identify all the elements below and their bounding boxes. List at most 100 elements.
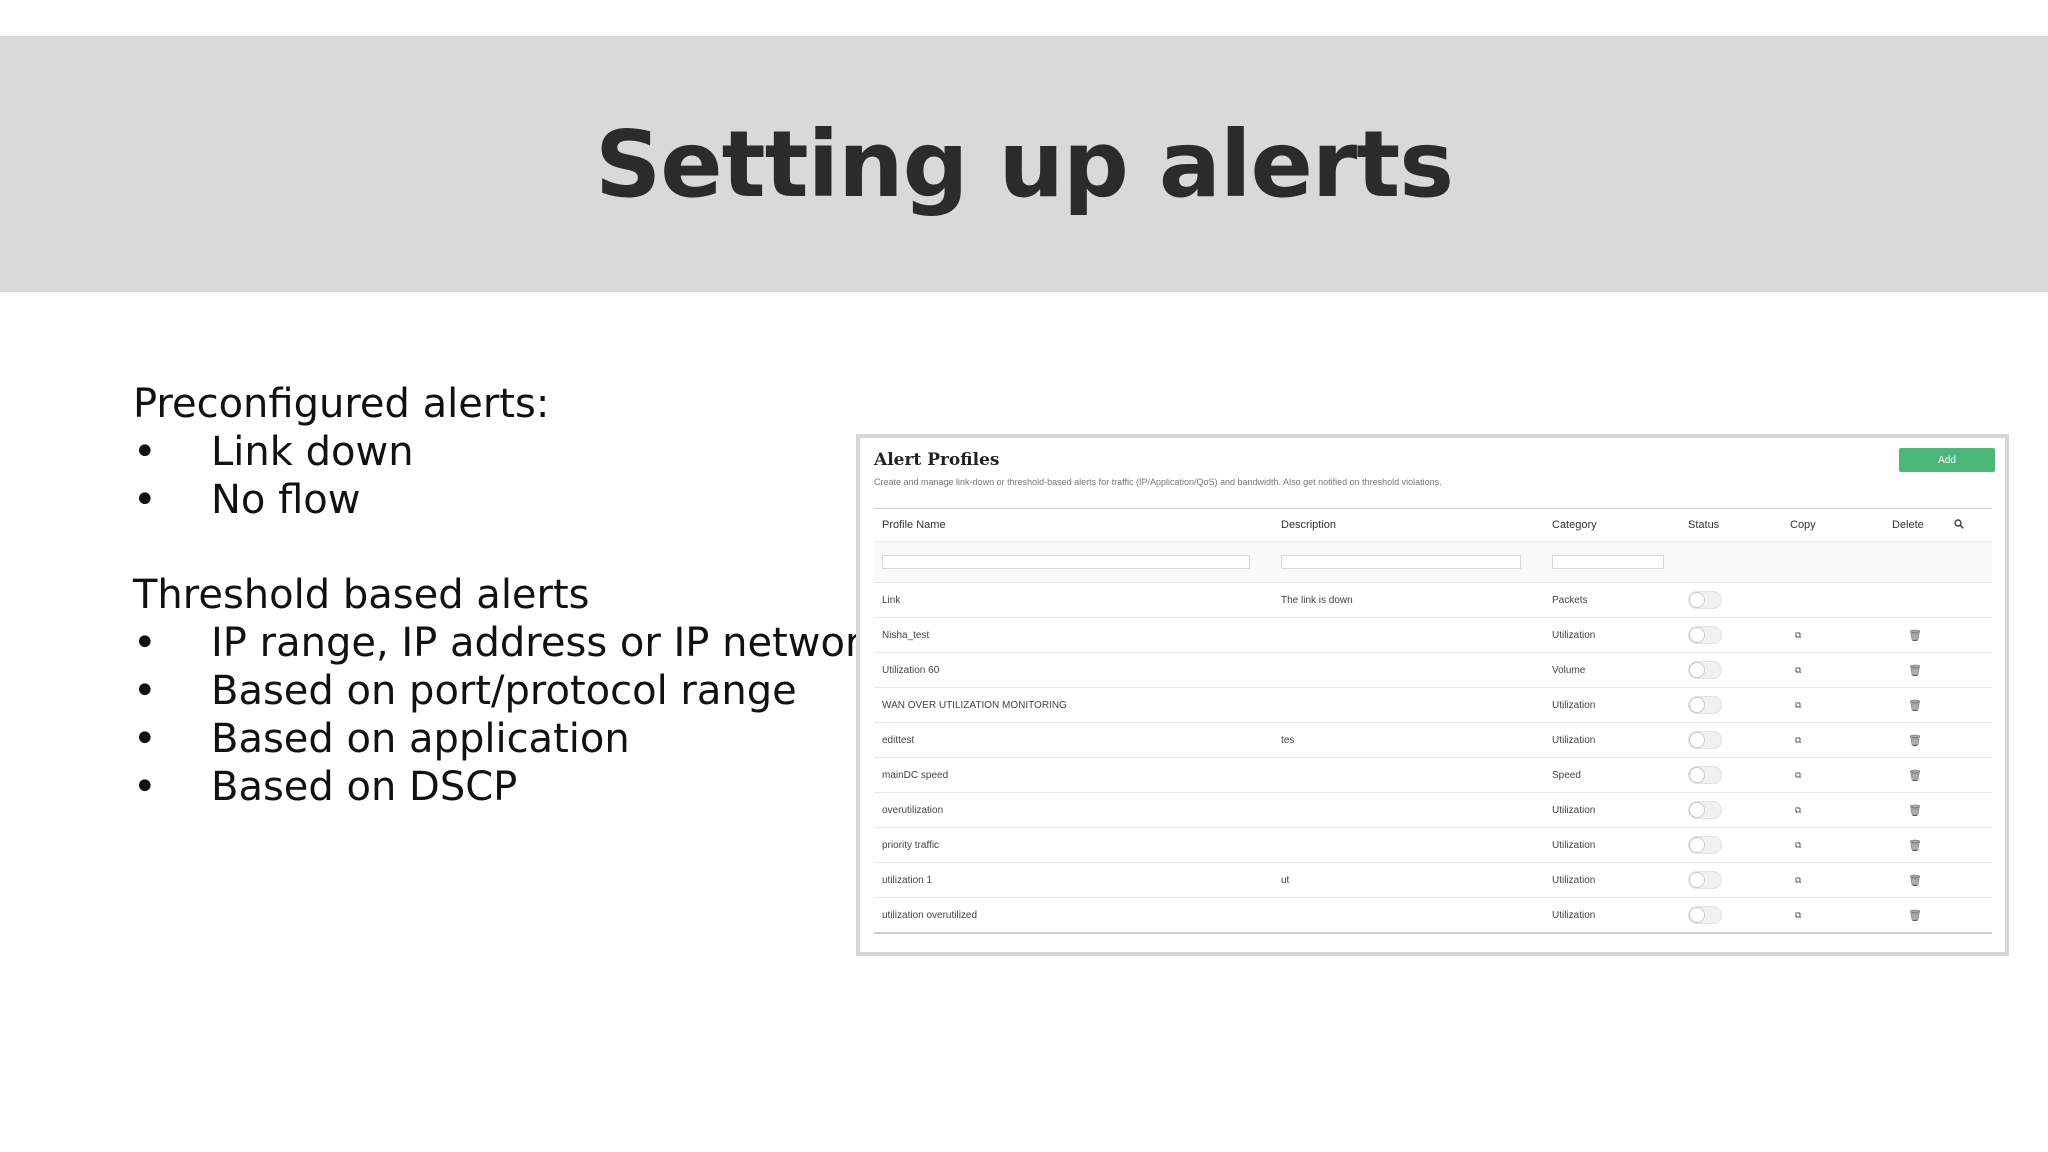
copy-cell: ⧉ xyxy=(1790,735,1892,746)
table-row[interactable]: utilization 1 ut Utilization ⧉ 🗑 xyxy=(874,862,1992,897)
copy-icon[interactable]: ⧉ xyxy=(1795,910,1801,921)
alert-profiles-panel: Alert Profiles Create and manage link-do… xyxy=(856,434,2009,956)
trash-icon[interactable]: 🗑 xyxy=(1908,804,1922,817)
table-row[interactable]: utilization overutilized Utilization ⧉ 🗑 xyxy=(874,897,1992,932)
description-cell: The link is down xyxy=(1281,594,1353,606)
search-toggle[interactable] xyxy=(1954,518,1992,532)
status-toggle[interactable] xyxy=(1688,836,1722,854)
column-header-profile-name[interactable]: Profile Name xyxy=(874,519,1281,531)
description-filter-input[interactable] xyxy=(1281,554,1521,569)
status-toggle[interactable] xyxy=(1688,801,1722,819)
copy-cell: ⧉ xyxy=(1790,665,1892,676)
trash-icon[interactable]: 🗑 xyxy=(1908,664,1922,677)
copy-icon[interactable]: ⧉ xyxy=(1795,805,1801,816)
copy-cell: ⧉ xyxy=(1790,700,1892,711)
bullet: • xyxy=(133,429,157,475)
status-cell xyxy=(1688,696,1790,714)
filter-cell xyxy=(1281,553,1552,571)
bullet: • xyxy=(133,620,157,666)
status-toggle[interactable] xyxy=(1688,626,1722,644)
table-row[interactable]: priority traffic Utilization ⧉ 🗑 xyxy=(874,827,1992,862)
copy-cell: ⧉ xyxy=(1790,840,1892,851)
status-toggle[interactable] xyxy=(1688,696,1722,714)
copy-icon[interactable]: ⧉ xyxy=(1795,875,1801,886)
trash-icon[interactable]: 🗑 xyxy=(1908,909,1922,922)
copy-icon[interactable]: ⧉ xyxy=(1795,665,1801,676)
profile-name-cell[interactable]: overutilization xyxy=(874,805,1281,816)
delete-cell: 🗑 xyxy=(1892,874,1954,887)
delete-cell: 🗑 xyxy=(1892,734,1954,747)
copy-icon[interactable]: ⧉ xyxy=(1795,840,1801,851)
delete-cell: 🗑 xyxy=(1892,804,1954,817)
profile-name-cell[interactable]: priority traffic xyxy=(874,840,1281,851)
bullet: • xyxy=(133,668,157,714)
copy-icon[interactable]: ⧉ xyxy=(1795,630,1801,641)
copy-cell: ⧉ xyxy=(1790,770,1892,781)
list-item-label: Based on DSCP xyxy=(211,764,518,810)
copy-cell: ⧉ xyxy=(1790,910,1892,921)
status-toggle[interactable] xyxy=(1688,731,1722,749)
status-cell xyxy=(1688,906,1790,924)
profile-name-cell[interactable]: WAN OVER UTILIZATION MONITORING xyxy=(874,700,1281,711)
status-toggle[interactable] xyxy=(1688,871,1722,889)
add-button[interactable]: Add xyxy=(1899,448,1995,472)
description-cell: ut xyxy=(1281,874,1290,886)
alert-types-text: Preconfigured alerts: • Link down • No flo… xyxy=(133,380,885,811)
status-toggle[interactable] xyxy=(1688,591,1722,609)
table-row[interactable]: overutilization Utilization ⧉ 🗑 xyxy=(874,792,1992,827)
title-banner: Setting up alerts xyxy=(0,36,2048,292)
category-filter-input[interactable] xyxy=(1552,554,1664,569)
profile-name-cell[interactable]: Nisha_test xyxy=(874,630,1281,641)
table-row[interactable]: edittest tes Utilization ⧉ 🗑 xyxy=(874,722,1992,757)
list-item-label: Link down xyxy=(211,429,414,475)
threshold-list: • IP range, IP address or IP network • Bas… xyxy=(133,619,885,811)
column-header-delete: Delete xyxy=(1892,519,1924,531)
column-header-status: Status xyxy=(1688,519,1720,531)
panel-title: Alert Profiles xyxy=(874,450,1000,470)
profile-name-cell[interactable]: utilization 1 xyxy=(874,875,1281,886)
category-cell: Utilization xyxy=(1552,699,1596,711)
table-row[interactable]: Link The link is down Packets xyxy=(874,582,1992,617)
category-cell: Packets xyxy=(1552,594,1588,606)
status-toggle[interactable] xyxy=(1688,766,1722,784)
copy-icon[interactable]: ⧉ xyxy=(1795,770,1801,781)
copy-icon[interactable]: ⧉ xyxy=(1795,700,1801,711)
status-cell xyxy=(1688,871,1790,889)
status-cell xyxy=(1688,766,1790,784)
status-toggle[interactable] xyxy=(1688,906,1722,924)
copy-icon[interactable]: ⧉ xyxy=(1795,735,1801,746)
trash-icon[interactable]: 🗑 xyxy=(1908,629,1922,642)
bullet: • xyxy=(133,716,157,762)
category-cell: Utilization xyxy=(1552,629,1596,641)
category-cell: Utilization xyxy=(1552,909,1596,921)
trash-icon[interactable]: 🗑 xyxy=(1908,839,1922,852)
preconfigured-heading: Preconfigured alerts: xyxy=(133,381,550,427)
description-cell: tes xyxy=(1281,734,1295,746)
trash-icon[interactable]: 🗑 xyxy=(1908,874,1922,887)
profile-name-cell[interactable]: Utilization 60 xyxy=(874,665,1281,676)
column-header-category[interactable]: Category xyxy=(1552,519,1688,531)
copy-cell: ⧉ xyxy=(1790,630,1892,641)
table-row[interactable]: WAN OVER UTILIZATION MONITORING Utilizati… xyxy=(874,687,1992,722)
profile-name-filter-input[interactable] xyxy=(882,554,1250,569)
table-header: Profile Name Description Category Status… xyxy=(874,509,1992,541)
column-header-description[interactable]: Description xyxy=(1281,519,1552,531)
profile-name-cell[interactable]: Link xyxy=(874,595,1281,606)
search-icon xyxy=(1954,518,1964,529)
table-row[interactable]: Utilization 60 Volume ⧉ 🗑 xyxy=(874,652,1992,687)
trash-icon[interactable]: 🗑 xyxy=(1908,734,1922,747)
status-toggle[interactable] xyxy=(1688,661,1722,679)
slide-title: Setting up alerts xyxy=(594,110,1454,218)
trash-icon[interactable]: 🗑 xyxy=(1908,699,1922,712)
trash-icon[interactable]: 🗑 xyxy=(1908,769,1922,782)
profile-name-cell[interactable]: mainDC speed xyxy=(874,770,1281,781)
profile-name-cell[interactable]: utilization overutilized xyxy=(874,910,1281,921)
profile-name-cell[interactable]: edittest xyxy=(874,735,1281,746)
delete-cell: 🗑 xyxy=(1892,839,1954,852)
list-item: • Link down xyxy=(133,428,853,476)
filter-cell xyxy=(1552,553,1688,571)
category-cell: Utilization xyxy=(1552,804,1596,816)
table-row[interactable]: Nisha_test Utilization ⧉ 🗑 xyxy=(874,617,1992,652)
table-row[interactable]: mainDC speed Speed ⧉ 🗑 xyxy=(874,757,1992,792)
delete-cell: 🗑 xyxy=(1892,629,1954,642)
